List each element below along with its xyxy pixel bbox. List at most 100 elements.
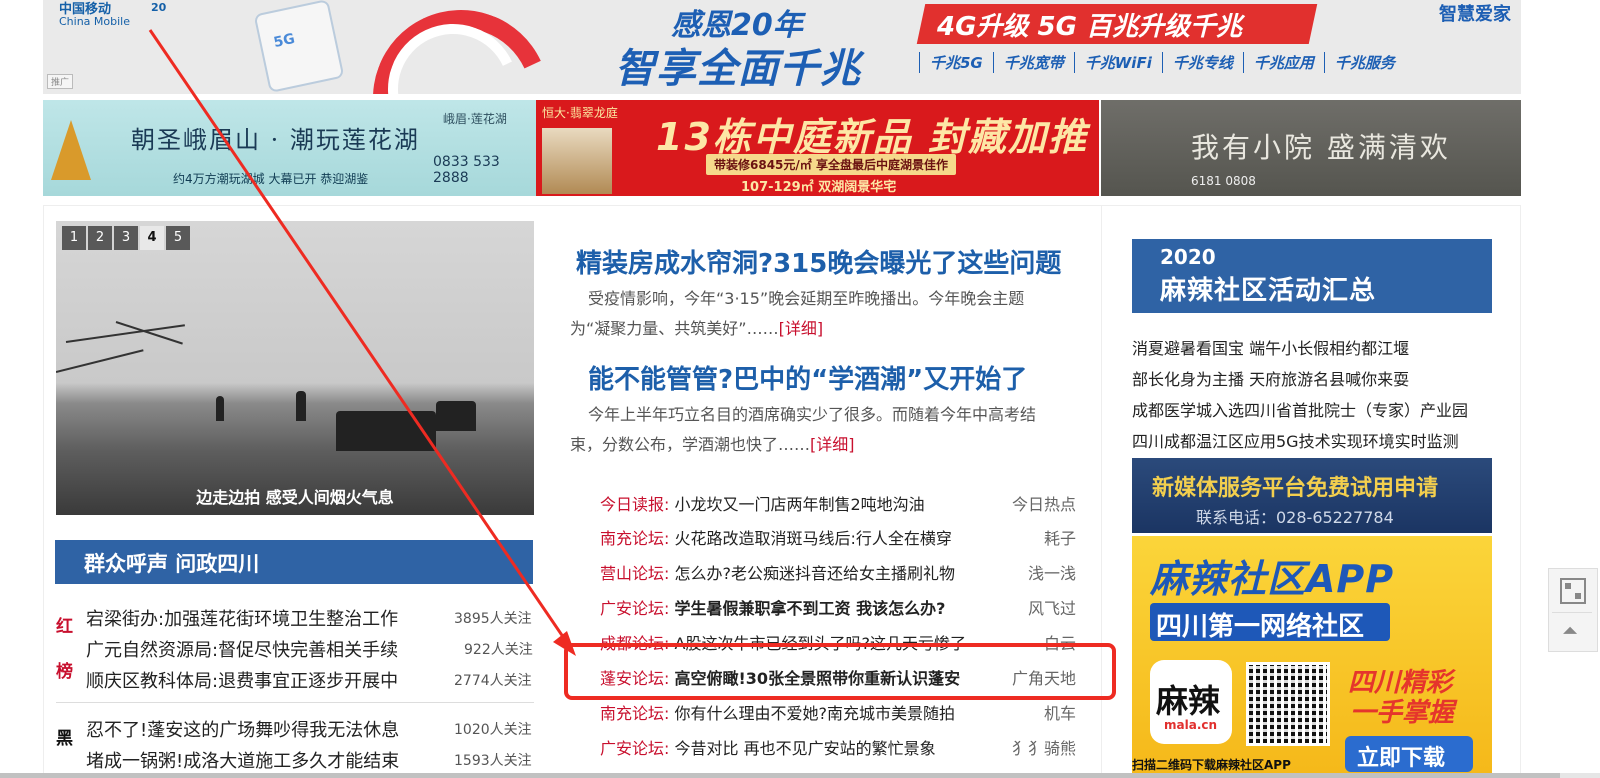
qr-code-pattern [1246,662,1330,746]
summary-year: 2020 [1160,245,1216,269]
attention-count: 1593人关注 [454,753,532,769]
people-silhouette [336,411,436,451]
phone-illustration: 5G [253,0,345,94]
news-item[interactable]: 广安论坛: 学生暑假兼职拿不到工资 我该怎么办? 风飞过 [600,595,1076,625]
scan-hint: 扫描二维码下载麻辣社区APP [1132,758,1291,772]
attention-count: 922人关注 [464,642,533,658]
red-list-item[interactable]: 宕梁街办:加强莲花街环境卫生整治工作 [86,605,398,631]
voice-title[interactable]: 群众呼声 问政四川 [84,548,259,578]
news-source: 南充论坛: [600,529,670,548]
news-title: 小龙坎又一门店两年制售2吨地沟油 [674,495,925,514]
top-banner-ad[interactable]: 中国移动 China Mobile 20 推广 5G 感恩20年 智享全面千兆 … [43,0,1521,94]
ad-lianhua-lake[interactable]: 朝圣峨眉山 · 潮玩莲花湖 峨眉·莲花湖 0833 533 2888 约4万方潮… [43,100,536,196]
slide-page-1[interactable]: 1 [62,226,86,250]
right-link[interactable]: 部长化身为主播 天府旅游名县喊你来耍 [1132,366,1409,390]
news-item[interactable]: 营山论坛: 怎么办?老公痴迷抖音还给女主播刷礼物 浅一浅 [600,560,1076,590]
service-item: 千兆WiFi [1073,52,1162,73]
app-ad-subtitle: 四川第一网络社区 [1156,612,1365,642]
service-item: 千兆宽带 [992,52,1074,73]
news-item[interactable]: 今日读报: 小龙坎又一门店两年制售2吨地沟油 今日热点 [600,491,1076,521]
slideshow-image[interactable] [56,221,534,515]
smart-home-logo: 智慧爱家 [1439,4,1511,25]
ad-b-title: 13栋中庭新品 封藏加推 [656,115,1089,159]
service-item: 千兆5G [919,52,993,73]
app-icon-text: 麻辣 [1156,682,1221,720]
banner-title-line2: 智享全面千兆 [615,46,861,92]
china-mobile-logo: 中国移动 China Mobile [59,3,131,28]
ad-b-brand: 恒大·翡翠龙庭 [542,106,618,120]
red-list-item[interactable]: 顺庆区教科体局:退费事宜正逐步开展中 [86,667,398,693]
mountain-graphic [51,120,91,180]
china-mobile-en: China Mobile [59,15,131,28]
headline-summary: 受疫情影响，今年“3·15”晚会延期至昨晚播出。今年晚会主题 为“凝聚力量、共筑… [570,289,1025,338]
services-list: 千兆5G 千兆宽带 千兆WiFi 千兆专线 千兆应用 千兆服务 [919,52,1405,73]
slide-page-4[interactable]: 4 [140,226,164,250]
red-list-item[interactable]: 广元自然资源局:督促尽快完善相关手续 [86,636,398,662]
service-item: 千兆应用 [1242,52,1324,73]
back-to-top-icon[interactable]: ⏶ [1562,618,1578,642]
service-item: 千兆服务 [1323,52,1405,73]
news-title: 你有什么理由不爱她?南充城市美景随拍 [674,704,956,723]
right-link[interactable]: 四川成都温江区应用5G技术实现环境实时监测 [1132,428,1459,452]
news-author: 耗子 [1043,529,1076,548]
kite-line [56,349,144,373]
ad-courtyard[interactable]: 我有小院 盛满清欢 6181 0808 [1101,100,1521,196]
black-list-label: 黑 [56,729,73,749]
ad-c-title: 我有小院 盛满清欢 [1191,131,1451,164]
building-graphic [542,128,612,194]
news-source: 广安论坛: [600,599,670,618]
news-source: 今日读报: [600,495,670,514]
media-ad-title: 新媒体服务平台免费试用申请 [1152,476,1439,501]
slide-page-5[interactable]: 5 [166,226,190,250]
service-item: 千兆专线 [1161,52,1243,73]
slideshow-caption[interactable]: 边走边拍 感受人间烟火气息 [56,483,534,515]
more-link[interactable]: [详细] [779,319,824,338]
ad-a-brand: 峨眉·莲花湖 [443,112,507,126]
app-ad-title: 麻辣社区APP [1150,557,1395,601]
news-item[interactable]: 南充论坛: 火花路改造取消斑马线后:行人全在横穿 耗子 [600,525,1076,555]
anniversary-badge: 20 [151,1,167,14]
red-list-label: 红 [56,617,73,637]
headline-title[interactable]: 精装房成水帘洞?315晚会曝光了这些问题 [576,243,1061,280]
ad-b-price: 带装修6845元/㎡ 享全盘最后中庭湖景佳作 [706,154,956,175]
ad-a-title: 朝圣峨眉山 · 潮玩莲花湖 [131,126,420,154]
news-item[interactable]: 南充论坛: 你有什么理由不爱她?南充城市美景随拍 机车 [600,700,1076,730]
news-source: 营山论坛: [600,564,670,583]
news-item[interactable]: 广安论坛: 今昔对比 再也不见广安站的繁忙景象 犭犭骑熊 [600,735,1076,765]
people-silhouette [296,391,306,421]
black-list-item[interactable]: 忍不了!蓬安这的广场舞吵得我无法休息 [86,716,399,742]
kite-line [65,324,185,343]
summary-title: 麻辣社区活动汇总 [1160,276,1377,306]
news-title: 学生暑假兼职拿不到工资 我该怎么办? [674,599,946,618]
ad-tag: 推广 [47,74,74,89]
download-button-label[interactable]: 立即下载 [1357,740,1445,772]
black-list-item[interactable]: 堵成一锅粥!成洛大道施工多久才能结束 [86,747,399,773]
news-title: 火花路改造取消斑马线后:行人全在横穿 [674,529,952,548]
headline-title[interactable]: 能不能管管?巴中的“学酒潮”又开始了 [588,359,1027,396]
right-link[interactable]: 成都医学城入选四川省首批院士（专家）产业园 [1132,397,1468,421]
news-author: 今日热点 [1011,495,1076,514]
ad-c-phone: 6181 0808 [1191,174,1256,188]
news-author: 浅一浅 [1027,564,1076,583]
attention-count: 3895人关注 [454,611,532,627]
slideshow-pager: 1 2 3 4 5 [62,226,190,250]
news-author: 犭犭骑熊 [1011,739,1076,758]
right-link[interactable]: 消夏避暑看国宝 端午小长假相约都江堰 [1132,335,1409,359]
slide-page-3[interactable]: 3 [114,226,138,250]
attention-count: 1020人关注 [454,722,532,738]
ad-evergrande[interactable]: 恒大·翡翠龙庭 13栋中庭新品 封藏加推 带装修6845元/㎡ 享全盘最后中庭湖… [536,100,1099,196]
ad-b-area: 107-129㎡ 双湖阔景华宅 [741,180,897,195]
news-title: 今昔对比 再也不见广安站的繁忙景象 [674,739,936,758]
upgrade-text: 4G升级 5G 百兆升级千兆 [937,12,1242,42]
app-slogan-2: 一手掌握 [1350,698,1455,728]
attention-count: 2774人关注 [454,673,532,689]
news-author: 机车 [1043,704,1076,723]
divider [56,702,534,703]
annotation-highlight-box [564,643,1116,700]
ad-a-tagline: 约4万方潮玩湖城 大幕已开 恭迎湖鉴 [173,172,369,186]
slide-page-2[interactable]: 2 [88,226,112,250]
qr-code-icon[interactable] [1560,578,1586,604]
scrollbar-thumb[interactable] [0,773,1560,778]
more-link[interactable]: [详细] [810,435,855,454]
ad-a-phone: 0833 533 2888 [433,154,500,186]
